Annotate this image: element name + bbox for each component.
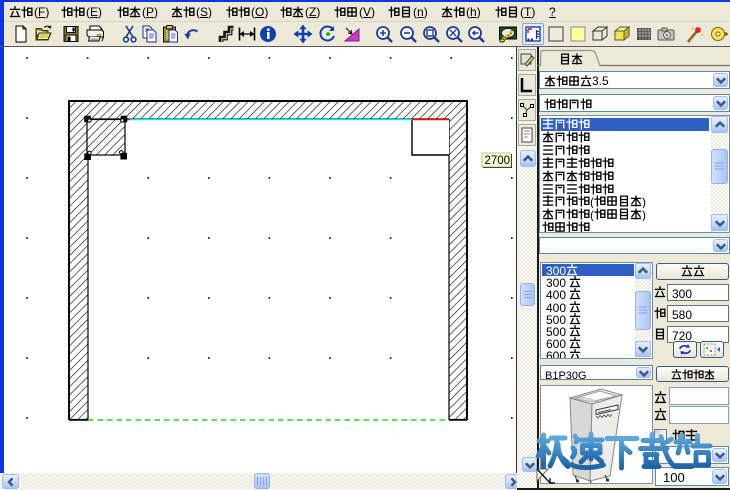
svg-text:2700: 2700 [485,155,511,167]
